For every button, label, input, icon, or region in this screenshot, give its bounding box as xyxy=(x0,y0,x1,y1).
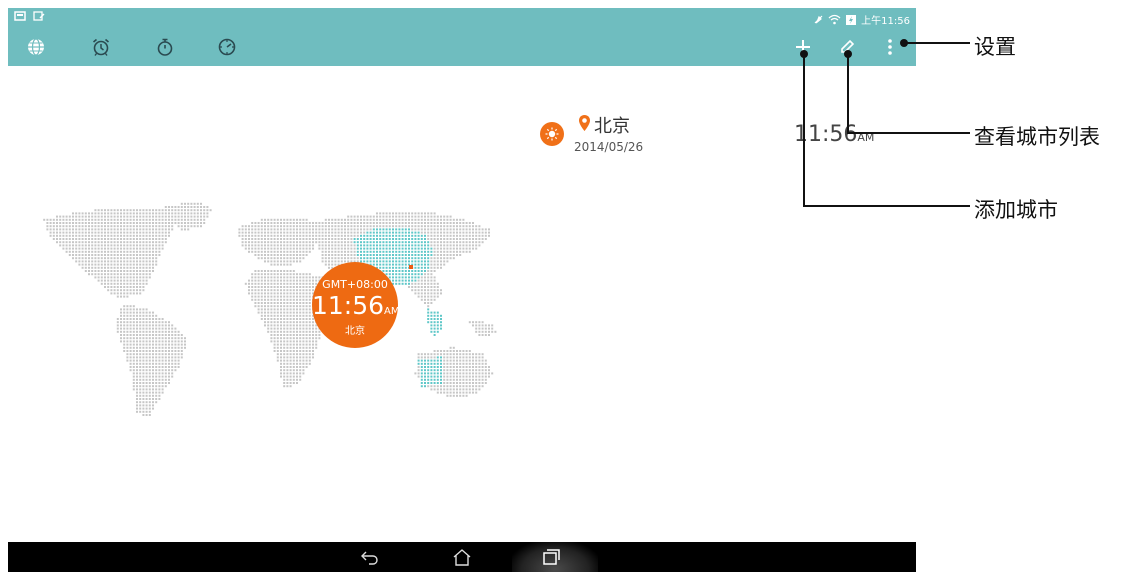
status-bar: 上午11:56 xyxy=(8,8,916,28)
city-time: 11:56AM xyxy=(794,122,874,147)
stopwatch-icon xyxy=(157,38,173,56)
add-city-callout-label: 添加城市 xyxy=(974,198,1058,222)
alarm-tab[interactable] xyxy=(90,36,112,58)
notification-icon xyxy=(14,11,26,21)
tablet-screen: 上午11:56 北京 2014/05/26 11:56AM GMT+08:00 … xyxy=(8,8,916,572)
stopwatch-tab[interactable] xyxy=(154,36,176,58)
navigation-bar xyxy=(8,542,916,572)
city-name: 北京 xyxy=(594,116,630,137)
battery-charging-icon xyxy=(846,14,857,25)
notification-icons xyxy=(14,11,45,24)
location-pin-icon xyxy=(579,115,590,131)
tz-time-value: 11:56 xyxy=(312,291,385,320)
recents-button[interactable] xyxy=(541,548,561,566)
globe-icon xyxy=(28,38,44,56)
overflow-menu-icon xyxy=(888,39,892,55)
screenshot-icon xyxy=(32,11,44,21)
settings-menu-button[interactable] xyxy=(879,36,901,58)
status-time: 上午11:56 xyxy=(861,16,910,27)
timer-tab[interactable] xyxy=(216,36,238,58)
tz-time-ampm: AM xyxy=(384,306,400,317)
wifi-icon xyxy=(828,14,841,25)
recents-icon xyxy=(543,549,560,565)
city-date: 2014/05/26 xyxy=(574,140,644,154)
world-clock-tab[interactable] xyxy=(25,36,47,58)
home-button[interactable] xyxy=(452,548,472,566)
status-right: 上午11:56 xyxy=(813,12,910,27)
weather-badge xyxy=(540,122,564,146)
city-marker xyxy=(409,265,413,269)
tz-time: 11:56AM xyxy=(312,291,400,320)
tz-city: 北京 xyxy=(345,326,365,337)
city-list-callout-vline xyxy=(847,54,849,134)
sun-icon xyxy=(545,127,559,141)
timer-icon xyxy=(218,38,236,56)
mute-icon xyxy=(814,15,823,24)
home-icon xyxy=(453,549,471,566)
city-list-callout-hline xyxy=(847,132,970,134)
world-map xyxy=(43,202,497,416)
add-city-callout-hline xyxy=(803,205,970,207)
add-city-callout-vline xyxy=(803,54,805,207)
settings-callout-label: 设置 xyxy=(974,35,1016,59)
settings-callout-line xyxy=(904,42,970,44)
timezone-badge[interactable]: GMT+08:00 11:56AM 北京 xyxy=(312,262,400,348)
city-list-callout-label: 查看城市列表 xyxy=(974,125,1100,149)
tz-offset: GMT+08:00 xyxy=(322,278,388,291)
back-icon xyxy=(361,551,378,565)
alarm-clock-icon xyxy=(92,38,110,56)
toolbar xyxy=(8,28,916,66)
back-button[interactable] xyxy=(360,548,380,566)
